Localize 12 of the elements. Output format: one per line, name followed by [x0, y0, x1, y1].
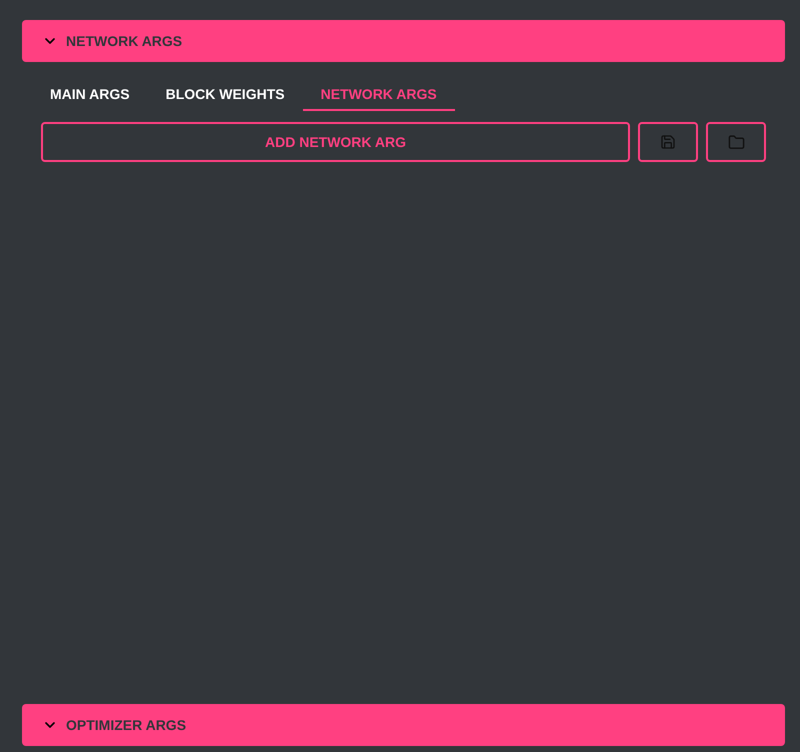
section-header[interactable]: OPTIMIZER ARGS	[22, 704, 785, 746]
section-title: OPTIMIZER ARGS	[66, 716, 186, 734]
add-network-arg-button[interactable]: ADD NETWORK ARG	[41, 122, 630, 162]
section-header[interactable]: NETWORK ARGS	[22, 20, 785, 62]
save-icon	[660, 134, 676, 150]
open-folder-button[interactable]	[706, 122, 766, 162]
section-title: NETWORK ARGS	[66, 32, 182, 50]
tab[interactable]: NETWORK ARGS	[302, 80, 455, 111]
save-button[interactable]	[638, 122, 698, 162]
tab[interactable]: BLOCK WEIGHTS	[148, 80, 303, 111]
tab[interactable]: MAIN ARGS	[32, 80, 148, 111]
folder-icon	[728, 134, 744, 150]
